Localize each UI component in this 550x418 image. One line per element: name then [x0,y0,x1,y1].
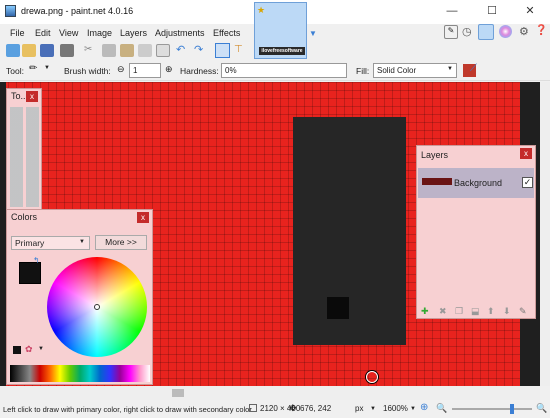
layer-visible-checkbox[interactable]: ✓ [522,177,533,188]
mode-dropdown-icon[interactable]: ▼ [79,239,85,245]
undo-icon[interactable]: ↶ [176,43,185,56]
layer-properties-icon[interactable]: ✎ [519,306,527,317]
primary-color-swatch[interactable] [19,262,41,284]
save-icon[interactable] [40,44,54,57]
units-dropdown-icon[interactable]: ▼ [370,406,376,412]
hardness-label: Hardness: [180,66,219,76]
duplicate-layer-icon[interactable]: ❐ [455,306,463,317]
layers-panel-close-button[interactable]: x [520,148,532,159]
gear-icon[interactable]: ⚙ [519,25,529,38]
brush-width-label: Brush width: [64,66,111,76]
menu-edit[interactable]: Edit [35,28,51,38]
window-title: drewa.png - paint.net 4.0.16 [21,6,134,16]
brush-width-decrease-icon[interactable]: ⊖ [117,64,125,75]
image-tab-thumbnail[interactable]: ★ ilovefreesoftware [254,2,307,59]
new-image-icon[interactable] [6,44,20,57]
copy-icon[interactable] [102,44,116,57]
zoom-level[interactable]: 1600% [383,404,408,413]
layers-panel: Layers x Background ✓ ✚ ✖ ❐ ⬓ ⬆ ⬇ ✎ [416,145,536,319]
colors-panel: Colors x Primary ▼ More >> ↰ ✿ ▼ [6,209,153,385]
colors-panel-close-button[interactable]: x [137,212,149,223]
zoom-slider[interactable] [452,408,532,410]
layer-name: Background [454,178,503,188]
swap-colors-icon[interactable]: ↰ [33,256,40,265]
paste-icon[interactable] [120,44,134,57]
zoom-out-icon[interactable]: 🔍 [436,403,447,414]
colors-panel-title: Colors [11,212,38,222]
redo-icon[interactable]: ↷ [194,43,203,56]
deselect-icon[interactable] [156,44,170,57]
delete-layer-icon[interactable]: ✖ [439,306,447,317]
zoom-dropdown-icon[interactable]: ▼ [410,406,416,412]
move-layer-down-icon[interactable]: ⬇ [503,306,511,317]
brush-cursor [366,371,378,383]
maximize-button[interactable]: ☐ [472,0,512,22]
paintnet-app-icon [5,5,16,17]
horizontal-scrollbar[interactable] [0,386,540,400]
tools-panel: To... x [6,88,42,210]
print-icon[interactable] [60,44,74,57]
palette-primary-icon[interactable] [13,346,21,354]
tools-panel-close-button[interactable]: x [26,91,38,102]
status-hint: Left click to draw with primary color, r… [3,405,254,414]
fill-label: Fill: [356,66,370,76]
star-icon: ★ [257,5,266,15]
history-icon[interactable]: ◷ [462,25,472,38]
tab-dropdown-icon[interactable]: ▼ [309,29,317,38]
ruler-icon[interactable]: ⊤ [234,44,243,55]
minimize-button[interactable]: — [432,0,472,22]
color-wheel-selector[interactable] [94,304,100,310]
palette-menu-icon[interactable]: ✿ [25,344,33,355]
merge-layer-icon[interactable]: ⬓ [471,306,480,317]
image-size-icon [249,404,257,412]
thumbnail-logo: ilovefreesoftware [259,47,305,55]
fill-select[interactable]: Solid Color [373,63,457,78]
menu-file[interactable]: File [10,28,25,38]
crop-icon[interactable] [138,44,152,57]
menu-image[interactable]: Image [87,28,112,38]
menu-view[interactable]: View [59,28,78,38]
color-palette[interactable] [10,365,150,382]
help-icon[interactable]: ❓ [535,25,547,36]
tools-window-icon[interactable]: ✎ [444,25,458,39]
layer-thumbnail [422,178,452,185]
zoom-in-icon[interactable]: 🔍 [536,403,547,414]
dark-rectangle-shape [293,117,406,345]
tool-grid[interactable] [10,107,39,207]
palette-dropdown-icon[interactable]: ▼ [38,346,44,352]
menu-effects[interactable]: Effects [213,28,240,38]
zoom-slider-thumb[interactable] [510,404,514,414]
more-colors-button[interactable]: More >> [95,235,147,250]
units-select[interactable]: px [355,404,363,413]
open-icon[interactable] [22,44,36,57]
tool-dropdown-icon[interactable]: ▼ [44,65,50,71]
cursor-position: 676, 242 [300,404,332,413]
menu-adjustments[interactable]: Adjustments [155,28,205,38]
menu-layers[interactable]: Layers [120,28,147,38]
brush-width-input[interactable]: 1 [129,63,161,78]
brush-tool-icon[interactable]: ✏ [29,63,37,74]
hardness-slider[interactable]: 0% [221,63,347,78]
vertical-scrollbar[interactable] [540,82,550,386]
brush-width-increase-icon[interactable]: ⊕ [165,64,173,75]
zoom-fit-icon[interactable]: ⊕ [420,402,428,413]
layers-panel-title: Layers [421,150,449,160]
horizontal-scroll-thumb[interactable] [172,389,184,397]
cut-icon[interactable]: ✂ [84,44,92,55]
colors-window-icon[interactable] [499,25,512,38]
status-bar: Left click to draw with primary color, r… [0,400,550,418]
tool-label: Tool: [6,66,24,76]
black-square-shape [327,297,349,319]
move-layer-up-icon[interactable]: ⬆ [487,306,495,317]
layers-window-icon[interactable] [478,24,494,40]
fill-dropdown-icon[interactable]: ▼ [447,66,453,72]
layer-row-background[interactable]: Background ✓ [418,168,534,198]
cursor-position-icon: ✥ [289,403,297,413]
grid-toggle-icon[interactable] [215,43,230,58]
antialias-icon[interactable]: ⟋ [470,63,477,74]
add-layer-icon[interactable]: ✚ [421,306,429,317]
close-window-button[interactable]: ✕ [510,0,550,22]
